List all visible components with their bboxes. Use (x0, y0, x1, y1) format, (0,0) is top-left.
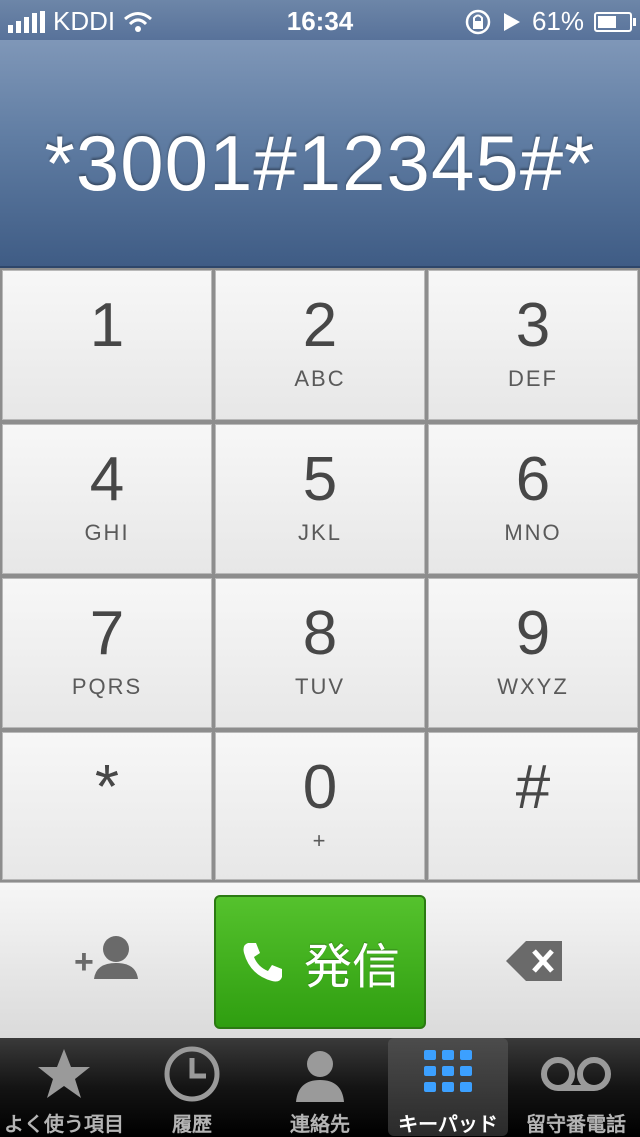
add-contact-button[interactable]: + (0, 883, 212, 1039)
key-5[interactable]: 5 JKL (215, 424, 425, 574)
phone-icon (243, 943, 282, 982)
tab-label: 連絡先 (290, 1114, 350, 1136)
rotation-lock-icon (465, 9, 491, 34)
key-letters: DEF (508, 366, 558, 391)
call-label: 発信 (303, 941, 400, 994)
tab-label: 履歴 (172, 1114, 212, 1136)
key-digit: 8 (302, 599, 338, 668)
key-letters: + (312, 828, 328, 853)
key-digit: 3 (515, 291, 551, 360)
tab-contacts[interactable]: 連絡先 (256, 1038, 384, 1136)
key-letters: TUV (295, 674, 345, 699)
dialed-number: *3001#12345#* (44, 119, 596, 207)
key-0[interactable]: 0 + (215, 732, 425, 880)
key-digit: 7 (89, 599, 125, 668)
key-letters: PQRS (71, 674, 143, 699)
voicemail-icon (541, 1057, 611, 1091)
key-digit: 2 (302, 291, 338, 360)
key-7[interactable]: 7 PQRS (2, 578, 212, 728)
key-letters: MNO (504, 520, 562, 545)
key-digit: # (515, 753, 551, 822)
key-letters: GHI (84, 520, 130, 545)
clock-icon (164, 1046, 220, 1102)
action-row: + 発信 (0, 882, 640, 1039)
key-3[interactable]: 3 DEF (428, 270, 638, 420)
tab-label: 留守番電話 (526, 1114, 626, 1136)
tab-label: よく使う項目 (4, 1114, 124, 1136)
key-letters: JKL (298, 520, 342, 545)
add-contact-icon: + (74, 936, 138, 981)
key-digit: 5 (302, 445, 338, 514)
star-icon (38, 1049, 90, 1098)
delete-button[interactable] (428, 883, 640, 1039)
status-right: 61% (464, 6, 636, 37)
key-letters: ABC (294, 366, 346, 391)
key-2[interactable]: 2 ABC (215, 270, 425, 420)
keypad: 1 2 ABC 3 DEF 4 GHI 5 JKL 6 MNO 7 PQRS 8… (0, 268, 640, 882)
call-button[interactable]: 発信 (214, 895, 426, 1029)
key-digit: 0 (302, 753, 338, 822)
key-digit: 4 (89, 445, 125, 514)
key-letters: WXYZ (497, 674, 569, 699)
key-digit: 9 (515, 599, 551, 668)
backspace-icon (506, 941, 562, 981)
tab-label: キーパッド (398, 1114, 498, 1136)
tab-recents[interactable]: 履歴 (128, 1038, 256, 1136)
key-hash[interactable]: # (428, 732, 638, 880)
key-digit: * (94, 753, 120, 822)
key-9[interactable]: 9 WXYZ (428, 578, 638, 728)
status-bar: KDDI 16:34 61% (0, 0, 640, 40)
key-digit: 1 (89, 291, 125, 360)
tab-favorites[interactable]: よく使う項目 (0, 1038, 128, 1136)
tab-bar: よく使う項目 履歴 連絡先 キーパッド 留守番電話 (0, 1038, 640, 1136)
key-8[interactable]: 8 TUV (215, 578, 425, 728)
battery-icon (594, 11, 636, 32)
key-1[interactable]: 1 (2, 270, 212, 420)
location-arrow-icon (503, 12, 520, 31)
key-4[interactable]: 4 GHI (2, 424, 212, 574)
key-star[interactable]: * (2, 732, 212, 880)
number-display: *3001#12345#* (0, 40, 640, 268)
tab-voicemail[interactable]: 留守番電話 (512, 1038, 640, 1136)
svg-text:+: + (74, 943, 94, 981)
key-6[interactable]: 6 MNO (428, 424, 638, 574)
keypad-icon (424, 1050, 472, 1092)
battery-percent: 61% (531, 6, 584, 36)
tab-keypad[interactable]: キーパッド (388, 1038, 508, 1136)
contact-icon (296, 1051, 344, 1102)
key-digit: 6 (515, 445, 551, 514)
